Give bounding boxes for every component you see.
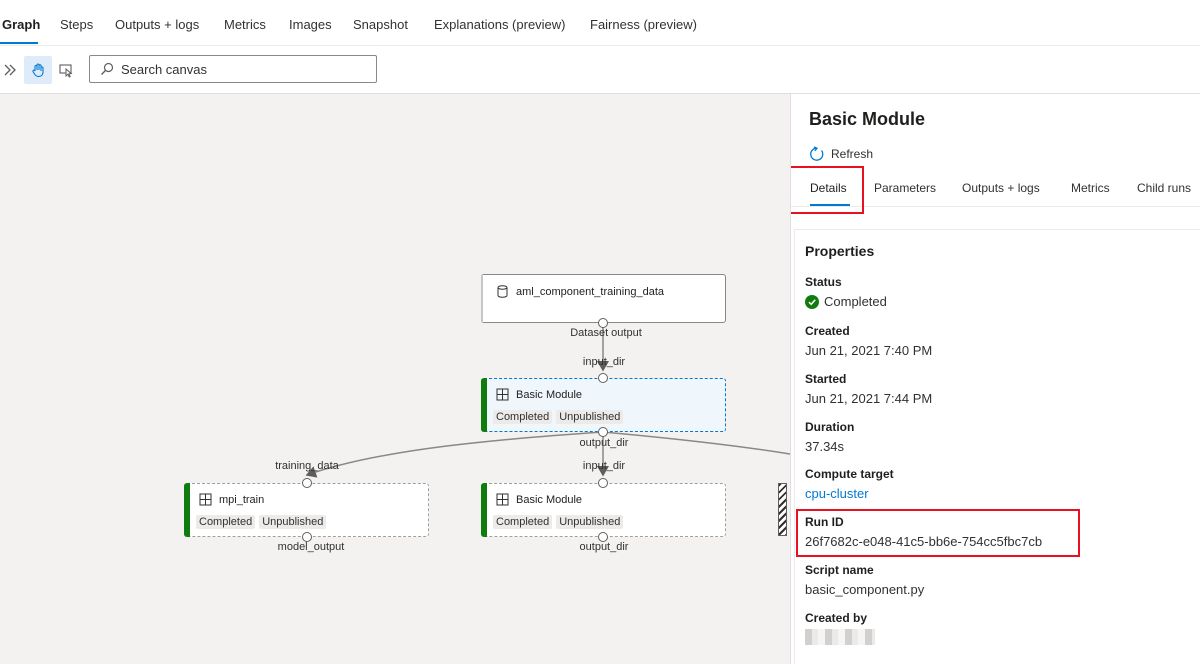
highlight-box-run-id [796, 509, 1080, 557]
tab-snapshot[interactable]: Snapshot [353, 17, 408, 32]
properties-section: Properties Status Completed Created Jun … [794, 229, 1200, 664]
node-title-row: aml_component_training_data [496, 285, 664, 298]
basic-module-node-selected[interactable]: Basic Module Completed Unpublished [481, 378, 726, 432]
status-badge: Completed [196, 515, 256, 529]
node-title-row: Basic Module [496, 388, 582, 401]
module-grid-icon [496, 388, 509, 401]
prop-created-by: Created by [805, 611, 875, 645]
prop-value: basic_component.py [805, 582, 925, 597]
port-label-model-output: model_output [277, 541, 345, 553]
tab-metrics[interactable]: Metrics [224, 17, 266, 32]
port-label-input-dir: input_dir [582, 460, 626, 472]
node-status-bar [184, 483, 190, 537]
prop-value: 37.34s [805, 439, 845, 454]
highlight-box-details-tab [791, 166, 864, 214]
input-port[interactable] [598, 478, 608, 488]
prop-status: Status Completed [805, 275, 887, 309]
output-port[interactable] [598, 427, 608, 437]
port-label-input-dir: input_dir [582, 356, 626, 368]
publish-badge: Unpublished [259, 515, 327, 529]
input-port[interactable] [302, 478, 312, 488]
node-title: Basic Module [516, 493, 583, 506]
prop-label: Started [805, 372, 847, 386]
refresh-icon [809, 146, 825, 162]
node-status-bar [481, 378, 487, 432]
status-value: Completed [824, 294, 887, 309]
select-pointer-icon[interactable] [52, 56, 80, 84]
basic-module-node[interactable]: Basic Module Completed Unpublished [481, 483, 726, 537]
panel-title: Basic Module [809, 109, 926, 129]
pipeline-canvas[interactable]: aml_component_training_data Dataset outp… [0, 94, 790, 664]
module-grid-icon [496, 493, 509, 506]
refresh-button[interactable]: Refresh [809, 146, 873, 162]
prop-label: Duration [805, 420, 855, 434]
prop-value: Completed [805, 294, 887, 309]
node-title-row: Basic Module [496, 493, 582, 506]
prop-label: Compute target [805, 467, 894, 481]
publish-badge: Unpublished [556, 410, 624, 424]
status-badge: Completed [493, 515, 553, 529]
status-badge: Completed [493, 410, 553, 424]
prop-label: Status [805, 275, 842, 289]
port-label-output-dir: output_dir [579, 541, 629, 553]
canvas-toolbar [0, 46, 1200, 94]
node-title: aml_component_training_data [516, 285, 664, 298]
tab-fairness[interactable]: Fairness (preview) [590, 17, 697, 32]
search-input[interactable] [121, 61, 361, 77]
active-tab-indicator [0, 42, 38, 44]
mpi-train-node[interactable]: mpi_train Completed Unpublished [184, 483, 429, 537]
expand-chevrons-icon[interactable] [0, 56, 24, 84]
search-icon [99, 61, 115, 77]
redacted-user-name [805, 629, 875, 645]
tab-explanations[interactable]: Explanations (preview) [434, 17, 566, 32]
prop-label: Script name [805, 563, 874, 577]
details-panel: Basic Module Refresh Details Parameters … [790, 94, 1200, 664]
prop-script-name: Script name basic_component.py [805, 563, 924, 597]
input-port[interactable] [598, 373, 608, 383]
node-status-bar [481, 274, 483, 323]
node-tags: Completed Unpublished [493, 410, 624, 424]
success-check-icon [805, 294, 819, 309]
refresh-label: Refresh [831, 147, 874, 161]
node-tags: Completed Unpublished [493, 515, 624, 529]
prop-label: Created by [805, 611, 868, 625]
prop-label: Created [805, 324, 850, 338]
port-label-training-data: training_data [275, 460, 339, 472]
tab-steps[interactable]: Steps [60, 17, 93, 32]
node-title: mpi_train [219, 493, 265, 506]
dataset-cylinder-icon [496, 285, 509, 298]
prop-duration: Duration 37.34s [805, 420, 854, 454]
module-grid-icon [199, 493, 212, 506]
partially-visible-node[interactable] [778, 483, 787, 536]
node-title-row: mpi_train [199, 493, 264, 506]
tab-outputs-logs[interactable]: Outputs + logs [115, 17, 199, 32]
node-title: Basic Module [516, 388, 583, 401]
prop-value: Jun 21, 2021 7:40 PM [805, 343, 933, 358]
tab-child-runs[interactable]: Child runs [1137, 181, 1191, 195]
search-canvas-box[interactable] [89, 55, 377, 83]
tab-images[interactable]: Images [289, 17, 332, 32]
tab-outputs-logs[interactable]: Outputs + logs [962, 181, 1040, 195]
pan-hand-icon[interactable] [24, 56, 52, 84]
port-label-dataset-output: Dataset output [570, 327, 642, 339]
node-status-bar [481, 483, 487, 537]
tab-metrics[interactable]: Metrics [1071, 181, 1110, 195]
publish-badge: Unpublished [556, 515, 624, 529]
prop-started: Started Jun 21, 2021 7:44 PM [805, 372, 932, 406]
tab-parameters[interactable]: Parameters [874, 181, 936, 195]
prop-value: Jun 21, 2021 7:44 PM [805, 391, 933, 406]
compute-target-link[interactable]: cpu-cluster [805, 486, 894, 501]
properties-heading: Properties [805, 243, 875, 259]
prop-created: Created Jun 21, 2021 7:40 PM [805, 324, 932, 358]
dataset-node[interactable]: aml_component_training_data [481, 274, 726, 323]
prop-compute-target: Compute target cpu-cluster [805, 467, 894, 501]
node-tags: Completed Unpublished [196, 515, 327, 529]
tab-graph[interactable]: Graph [2, 17, 40, 32]
top-tab-bar: Graph Steps Outputs + logs Metrics Image… [0, 0, 1200, 46]
port-label-output-dir: output_dir [579, 437, 629, 449]
